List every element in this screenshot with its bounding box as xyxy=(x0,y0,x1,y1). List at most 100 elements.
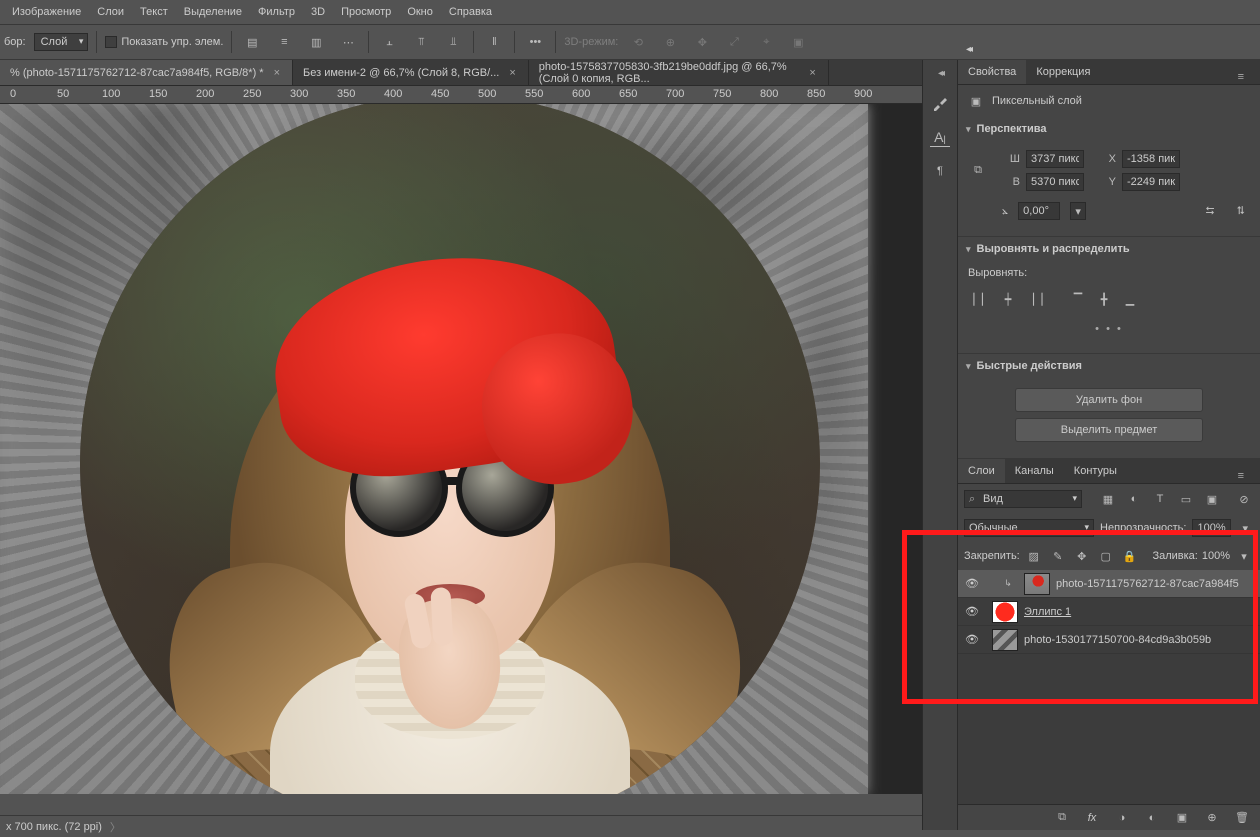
show-controls-checkbox[interactable]: Показать упр. элем. xyxy=(105,36,223,48)
opacity-dropdown-icon[interactable]: ▾ xyxy=(1237,518,1254,538)
lock-transparency-icon[interactable]: ▨ xyxy=(1024,546,1044,566)
align-bottom-edges-icon[interactable]: ▁ xyxy=(1120,289,1140,309)
menu-filter[interactable]: Фильтр xyxy=(250,2,303,22)
menu-layers[interactable]: Слои xyxy=(89,2,132,22)
tab-paths[interactable]: Контуры xyxy=(1064,459,1127,483)
align-top-edges-icon[interactable]: ▔ xyxy=(1068,289,1088,309)
new-layer-icon[interactable]: ⊕ xyxy=(1202,808,1222,828)
visibility-icon[interactable]: 👁 xyxy=(958,577,986,590)
doc-tab-2[interactable]: Без имени-2 @ 66,7% (Слой 8, RGB/...× xyxy=(293,60,529,85)
doc-tab-3[interactable]: photo-1575837705830-3fb219be0ddf.jpg @ 6… xyxy=(529,60,829,85)
status-arrow-icon[interactable]: 〉 xyxy=(110,819,121,835)
menu-help[interactable]: Справка xyxy=(441,2,500,22)
layer-filter-dropdown[interactable]: Вид xyxy=(964,490,1082,508)
layer-name[interactable]: photo-1530177150700-84cd9a3b059b xyxy=(1024,634,1260,646)
section-perspective[interactable]: Перспектива xyxy=(958,117,1260,141)
panel-menu-icon[interactable]: ≡ xyxy=(1228,464,1254,488)
layer-row[interactable]: 👁 photo-1530177150700-84cd9a3b059b xyxy=(958,626,1260,654)
distribute-v-icon[interactable]: ‖ xyxy=(482,30,506,54)
filter-image-icon[interactable]: ▦ xyxy=(1098,489,1118,509)
layer-name[interactable]: Эллипс 1 xyxy=(1024,606,1260,618)
layer-thumbnail[interactable] xyxy=(992,601,1018,623)
flip-horizontal-icon[interactable]: ⮀ xyxy=(1200,201,1220,221)
align-left-icon[interactable]: ▤ xyxy=(240,30,264,54)
layer-row[interactable]: 👁 ↳ photo-1571175762712-87cac7a984f5 xyxy=(958,570,1260,598)
character-panel-icon[interactable]: A| xyxy=(930,127,950,147)
more-icon[interactable]: ••• xyxy=(523,30,547,54)
lock-pixels-icon[interactable]: ✎ xyxy=(1048,546,1068,566)
section-align[interactable]: Выровнять и распределить xyxy=(958,237,1260,261)
filter-shape-icon[interactable]: ▭ xyxy=(1176,489,1196,509)
fill-dropdown-icon[interactable]: ▾ xyxy=(1234,546,1254,566)
align-right-edges-icon[interactable]: ▕▕ xyxy=(1024,289,1044,309)
flip-vertical-icon[interactable]: ⮁ xyxy=(1230,201,1250,221)
section-quick-actions[interactable]: Быстрые действия xyxy=(958,354,1260,378)
tab-properties[interactable]: Свойства xyxy=(958,60,1026,84)
auto-select-dropdown[interactable]: Слой xyxy=(34,33,89,51)
visibility-icon[interactable]: 👁 xyxy=(958,633,986,646)
width-input[interactable] xyxy=(1026,150,1084,168)
align-h-centers-icon[interactable]: ┿ xyxy=(998,289,1018,309)
y-input[interactable] xyxy=(1122,173,1180,191)
document-canvas[interactable] xyxy=(0,104,868,794)
close-icon[interactable]: × xyxy=(507,67,517,79)
layer-thumbnail[interactable] xyxy=(1024,573,1050,595)
close-icon[interactable]: × xyxy=(807,67,817,79)
group-icon[interactable]: ▣ xyxy=(1172,808,1192,828)
blend-mode-dropdown[interactable]: Обычные xyxy=(964,519,1094,537)
status-dimensions: x 700 пикс. (72 ppi) xyxy=(6,821,102,833)
align-v-centers-icon[interactable]: ╋ xyxy=(1094,289,1114,309)
angle-input[interactable] xyxy=(1018,202,1060,220)
fill-input[interactable]: 100% xyxy=(1202,550,1230,562)
paragraph-panel-icon[interactable]: ¶ xyxy=(930,161,950,181)
brush-panel-icon[interactable] xyxy=(930,93,950,113)
align-top-icon[interactable]: ⫠ xyxy=(377,30,401,54)
menu-image[interactable]: Изображение xyxy=(4,2,89,22)
remove-background-button[interactable]: Удалить фон xyxy=(1015,388,1203,412)
layer-mask-icon[interactable]: ◑ xyxy=(1112,808,1132,828)
panel-collapse-icon[interactable]: ◂◂ xyxy=(966,44,970,55)
align-center-v-icon[interactable]: ⫪ xyxy=(409,30,433,54)
3d-roll-icon: ⊕ xyxy=(658,30,682,54)
align-left-edges-icon[interactable]: ▏▏ xyxy=(972,289,992,309)
panel-menu-icon[interactable]: ≡ xyxy=(1228,65,1254,89)
lock-all-icon[interactable]: 🔒 xyxy=(1120,546,1140,566)
tab-channels[interactable]: Каналы xyxy=(1005,459,1064,483)
align-center-h-icon[interactable]: ≡ xyxy=(272,30,296,54)
menu-select[interactable]: Выделение xyxy=(176,2,250,22)
adjustment-layer-icon[interactable]: ◐ xyxy=(1142,808,1162,828)
visibility-icon[interactable]: 👁 xyxy=(958,605,986,618)
opacity-input[interactable]: 100% xyxy=(1192,519,1230,537)
lock-position-icon[interactable]: ✥ xyxy=(1072,546,1092,566)
more-options-icon[interactable]: • • • xyxy=(968,315,1250,343)
tab-corrections[interactable]: Коррекция xyxy=(1026,60,1100,84)
height-input[interactable] xyxy=(1026,173,1084,191)
layer-row[interactable]: 👁 Эллипс 1 xyxy=(958,598,1260,626)
tab-layers[interactable]: Слои xyxy=(958,459,1005,483)
layers-panel: Слои Каналы Контуры ≡ Вид ▦ ◐ T ▭ ▣ ⊘ Об… xyxy=(958,459,1260,830)
layer-name[interactable]: photo-1571175762712-87cac7a984f5 xyxy=(1056,578,1260,590)
filter-adjust-icon[interactable]: ◐ xyxy=(1124,489,1144,509)
menu-window[interactable]: Окно xyxy=(399,2,441,22)
align-bottom-icon[interactable]: ⫫ xyxy=(441,30,465,54)
link-layers-icon[interactable]: ⧉ xyxy=(1052,808,1072,828)
align-right-icon[interactable]: ▥ xyxy=(304,30,328,54)
x-input[interactable] xyxy=(1122,150,1180,168)
angle-dropdown-icon[interactable]: ▾ xyxy=(1070,202,1086,220)
menu-view[interactable]: Просмотр xyxy=(333,2,399,22)
filter-toggle-icon[interactable]: ⊘ xyxy=(1234,489,1254,509)
filter-smart-icon[interactable]: ▣ xyxy=(1202,489,1222,509)
delete-layer-icon[interactable]: 🗑 xyxy=(1232,808,1252,828)
link-wh-icon[interactable]: ⧉ xyxy=(968,161,988,181)
lock-artboard-icon[interactable]: ▢ xyxy=(1096,546,1116,566)
dock-collapse-icon[interactable]: ◂◂ xyxy=(938,68,942,79)
filter-text-icon[interactable]: T xyxy=(1150,489,1170,509)
menu-3d[interactable]: 3D xyxy=(303,2,333,22)
layer-fx-icon[interactable]: fx xyxy=(1082,808,1102,828)
layer-thumbnail[interactable] xyxy=(992,629,1018,651)
select-subject-button[interactable]: Выделить предмет xyxy=(1015,418,1203,442)
close-icon[interactable]: × xyxy=(272,67,282,79)
distribute-icon[interactable]: ⋯ xyxy=(336,30,360,54)
doc-tab-1[interactable]: % (photo-1571175762712-87cac7a984f5, RGB… xyxy=(0,60,293,85)
menu-text[interactable]: Текст xyxy=(132,2,176,22)
